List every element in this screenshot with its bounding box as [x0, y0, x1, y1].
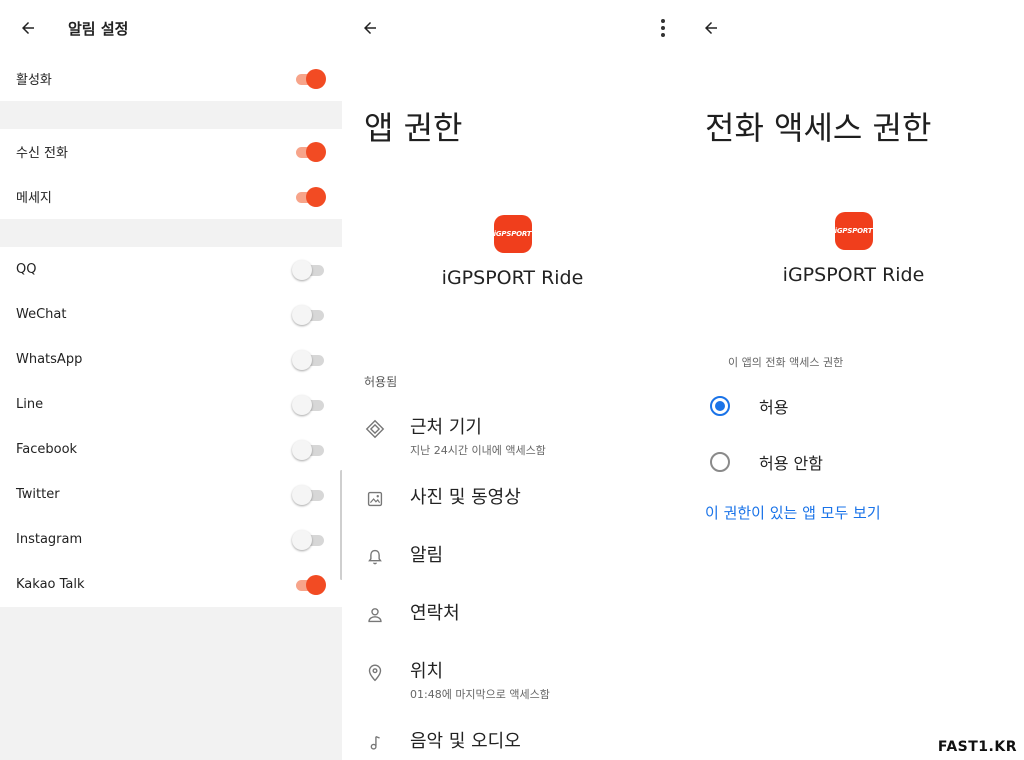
row-message: 메세지 [0, 174, 342, 219]
app-logo-icon: iGPSPORT [493, 215, 532, 253]
row-label: Kakao Talk [16, 577, 85, 592]
app-bar [683, 0, 1024, 56]
arrow-left-icon [364, 22, 376, 34]
row-instagram: Instagram [0, 517, 342, 562]
perm-title: 음악 및 오디오 [410, 731, 521, 752]
permission-subtitle: 이 앱의 전화 액세스 권한 [728, 356, 844, 369]
back-button[interactable] [683, 0, 739, 56]
perm-title: 연락처 [410, 603, 460, 624]
activate-toggle[interactable] [292, 68, 326, 90]
back-button[interactable] [342, 0, 398, 56]
section-divider [0, 219, 342, 247]
radio-allow[interactable]: 허용 [683, 378, 1024, 434]
page-title: 전화 액세스 권한 [705, 109, 932, 147]
twitter-toggle[interactable] [292, 484, 326, 506]
photos-icon [367, 491, 383, 507]
row-label: QQ [16, 262, 37, 277]
settings-group-apps: QQ WeChat WhatsApp Line Facebook Twitter… [0, 247, 342, 607]
perm-title: 사진 및 동영상 [410, 487, 521, 508]
radio-label: 허용 [759, 398, 789, 417]
radio-label: 허용 안함 [759, 454, 823, 473]
perm-location[interactable]: 위치 01:48에 마지막으로 액세스함 [342, 660, 683, 702]
app-name: iGPSPORT Ride [441, 267, 584, 289]
app-name: iGPSPORT Ride [782, 264, 925, 286]
back-button[interactable] [0, 0, 56, 56]
watermark: FAST1.KR [937, 739, 1017, 755]
facebook-toggle[interactable] [292, 439, 326, 461]
row-label: 활성화 [16, 73, 52, 88]
row-facebook: Facebook [0, 427, 342, 472]
perm-title: 근처 기기 [410, 417, 482, 438]
radio-button-checked[interactable] [710, 396, 730, 416]
perm-contacts[interactable]: 연락처 [342, 602, 683, 626]
radio-deny[interactable]: 허용 안함 [683, 434, 1024, 490]
app-bar: 알림 설정 [0, 0, 342, 56]
settings-group-phone: 수신 전화 메세지 [0, 129, 342, 219]
perm-title: 위치 [410, 661, 444, 682]
perm-photos-videos[interactable]: 사진 및 동영상 [342, 486, 683, 510]
row-line: Line [0, 382, 342, 427]
page-title: 앱 권한 [364, 109, 463, 147]
section-divider [0, 101, 342, 129]
row-label: Line [16, 397, 44, 412]
more-options-icon[interactable] [657, 14, 669, 42]
music-note-icon [370, 735, 380, 750]
section-allowed: 허용됨 [364, 375, 398, 389]
qq-toggle[interactable] [292, 259, 326, 281]
app-permissions-panel: 앱 권한 iGPSPORT iGPSPORT Ride 허용됨 근처 기기지난 … [342, 0, 683, 760]
phone-permission-panel: 전화 액세스 권한 iGPSPORT iGPSPORT Ride 이 앱의 전화… [683, 0, 1024, 760]
perm-title: 알림 [410, 545, 444, 566]
person-icon [368, 608, 382, 623]
app-header: iGPSPORT iGPSPORT Ride [683, 212, 1024, 286]
permission-radio-group: 허용 허용 안함 [683, 378, 1024, 490]
location-pin-icon [368, 664, 382, 682]
radio-button[interactable] [710, 452, 730, 472]
row-whatsapp: WhatsApp [0, 337, 342, 382]
row-label: 메세지 [16, 191, 52, 206]
arrow-left-icon [22, 22, 34, 34]
perm-nearby-devices[interactable]: 근처 기기지난 24시간 이내에 액세스함 [342, 416, 683, 458]
row-label: Facebook [16, 442, 78, 457]
incoming-call-toggle[interactable] [292, 141, 326, 163]
row-label: WeChat [16, 307, 67, 322]
notification-settings-panel: 알림 설정 활성화 수신 전화 메세지 QQ WeChat WhatsApp L… [0, 0, 342, 760]
kakao-talk-toggle[interactable] [292, 574, 326, 596]
see-all-apps-link[interactable]: 이 권한이 있는 앱 모두 보기 [683, 502, 1024, 523]
row-wechat: WeChat [0, 292, 342, 337]
row-label: Twitter [16, 487, 60, 502]
message-toggle[interactable] [292, 186, 326, 208]
wechat-toggle[interactable] [292, 304, 326, 326]
row-label: Instagram [16, 532, 83, 547]
perm-music-audio[interactable]: 음악 및 오디오 [342, 730, 683, 754]
row-label: 수신 전화 [16, 146, 68, 161]
row-kakao-talk: Kakao Talk [0, 562, 342, 607]
perm-notifications[interactable]: 알림 [342, 544, 683, 568]
instagram-toggle[interactable] [292, 529, 326, 551]
logo-text: iGPSPORT [493, 230, 532, 238]
perm-subtitle: 지난 24시간 이내에 액세스함 [410, 444, 546, 457]
row-label: WhatsApp [16, 352, 83, 367]
arrow-left-icon [705, 22, 717, 34]
app-bar [342, 0, 683, 56]
logo-text: iGPSPORT [834, 227, 873, 235]
page-title: 알림 설정 [68, 19, 129, 38]
row-activate: 활성화 [0, 56, 342, 101]
line-toggle[interactable] [292, 394, 326, 416]
app-logo-icon: iGPSPORT [834, 212, 873, 250]
row-incoming-call: 수신 전화 [0, 129, 342, 174]
row-qq: QQ [0, 247, 342, 292]
settings-group-main: 활성화 [0, 56, 342, 101]
row-twitter: Twitter [0, 472, 342, 517]
perm-subtitle: 01:48에 마지막으로 액세스함 [410, 688, 550, 701]
nearby-devices-icon [365, 419, 385, 439]
bell-icon [368, 549, 382, 565]
whatsapp-toggle[interactable] [292, 349, 326, 371]
app-header: iGPSPORT iGPSPORT Ride [342, 215, 683, 289]
